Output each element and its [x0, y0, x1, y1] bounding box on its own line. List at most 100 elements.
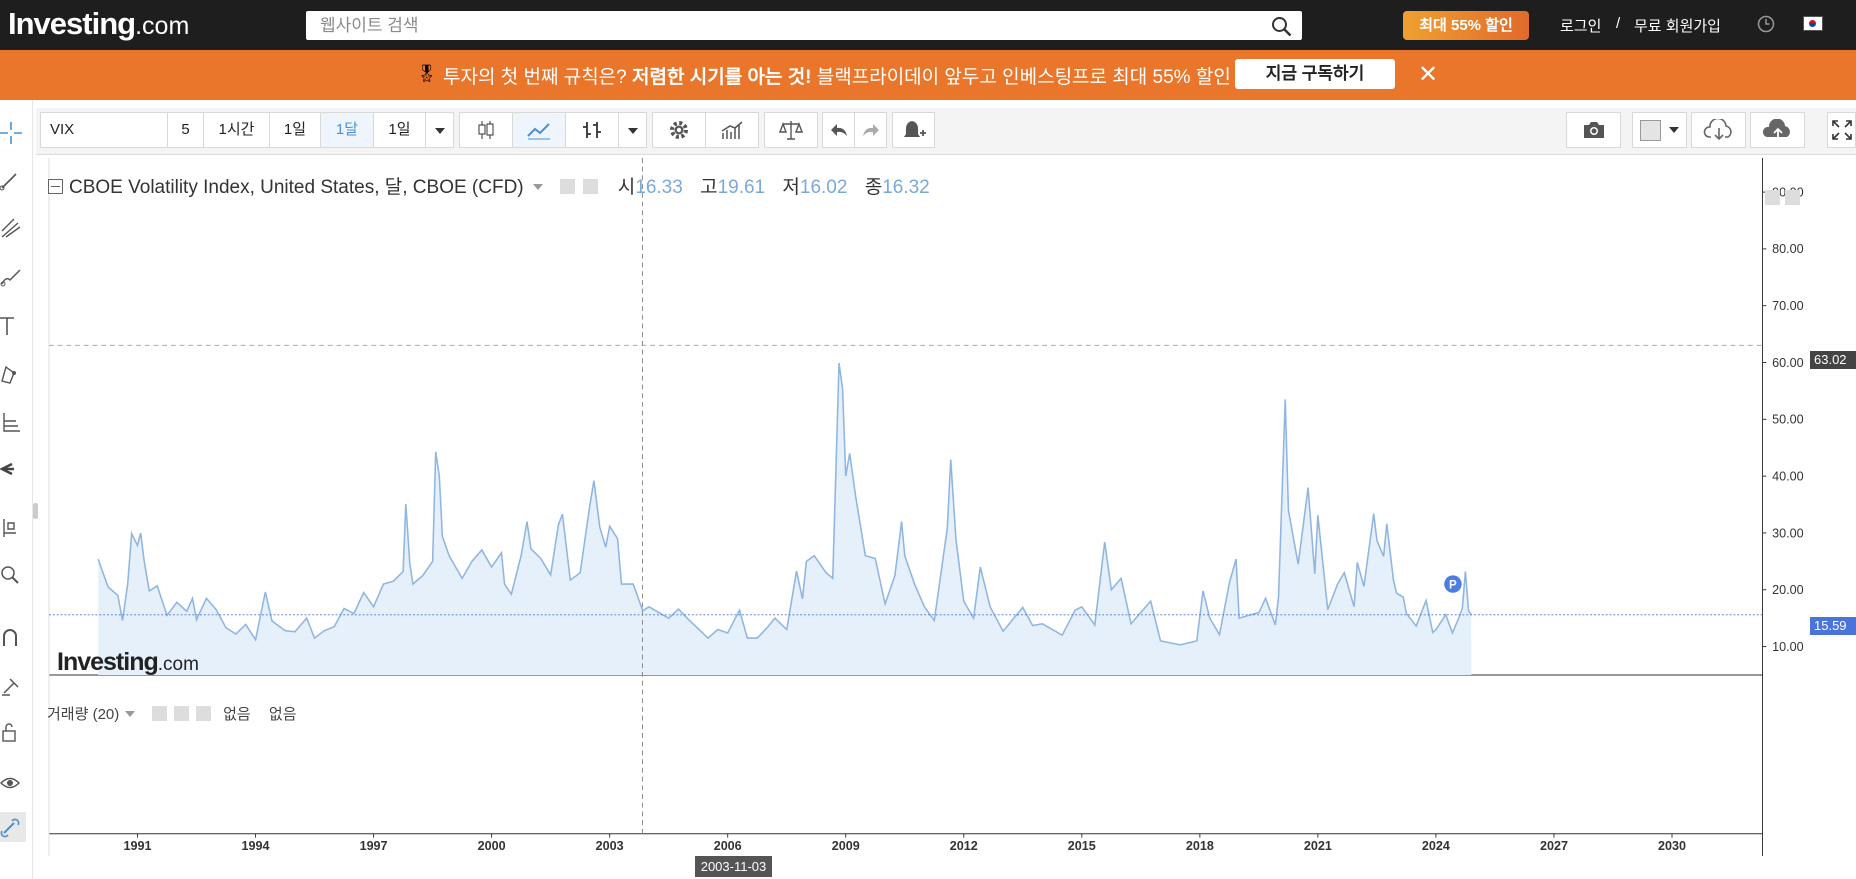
x-tick-label: 2003 — [596, 839, 624, 853]
medal-icon: 🎖 — [416, 64, 438, 83]
alert-button[interactable] — [892, 112, 935, 148]
x-tick-label: 1997 — [360, 839, 388, 853]
x-tick-label: 1991 — [124, 839, 152, 853]
screenshot-button[interactable] — [1566, 112, 1621, 148]
high-label: 고 — [700, 177, 718, 198]
legend-dropdown-icon[interactable] — [532, 184, 543, 190]
zoom-icon[interactable] — [0, 565, 22, 587]
candlestick-button[interactable] — [459, 112, 513, 148]
trend-line-icon[interactable] — [0, 170, 22, 192]
discount-promo-button[interactable]: 최대 55% 할인 — [1403, 11, 1529, 40]
open-value: 16.33 — [635, 177, 683, 198]
lock-drawing-icon[interactable] — [0, 675, 22, 697]
volume-value-1: 없음 — [223, 706, 251, 723]
interval-custom[interactable]: 1일 — [373, 112, 426, 148]
pattern-icon[interactable] — [0, 363, 22, 385]
y-tick-label: 40.00 — [1772, 469, 1803, 483]
symbol-field[interactable]: VIX — [40, 112, 168, 148]
magnet-icon[interactable] — [0, 628, 22, 650]
load-chart-button[interactable] — [1691, 112, 1746, 148]
scroll-up-icon[interactable] — [1785, 190, 1800, 205]
redo-button[interactable] — [854, 112, 887, 148]
x-tick-label: 2027 — [1540, 839, 1568, 853]
indicators-button[interactable] — [705, 112, 759, 148]
chart-background — [48, 158, 1763, 834]
volume-settings-icon[interactable] — [173, 706, 189, 721]
drawing-tools-sidebar — [0, 100, 33, 879]
chart-type-dropdown-button[interactable] — [618, 112, 647, 148]
login-link[interactable]: 로그인 — [1560, 15, 1601, 36]
collapse-legend-icon[interactable] — [48, 179, 63, 194]
chart-title: CBOE Volatility Index, United States, 달,… — [69, 177, 524, 198]
fullscreen-button[interactable] — [1827, 112, 1856, 148]
volume-label: 거래량 (20) — [47, 706, 120, 723]
long-position-icon[interactable] — [0, 517, 22, 539]
color-swatch-icon — [1640, 119, 1661, 141]
interval-dropdown-button[interactable] — [425, 112, 454, 148]
banner-text: 투자의 첫 번째 규칙은? 저렴한 시기를 아는 것! 블랙프라이데이 앞두고 … — [443, 62, 1231, 89]
clock-icon[interactable] — [1757, 15, 1775, 33]
lock-icon[interactable] — [0, 722, 22, 744]
color-swatch-button[interactable] — [1632, 112, 1687, 148]
volume-remove-icon[interactable] — [195, 706, 211, 721]
line-chart-button[interactable] — [512, 112, 566, 148]
close-value: 16.32 — [882, 177, 930, 198]
x-tick-label: 2012 — [950, 839, 978, 853]
interval-5[interactable]: 5 — [167, 112, 204, 148]
eye-icon[interactable] — [0, 772, 22, 794]
high-value: 19.61 — [717, 177, 766, 198]
interval-dropdown-icon — [434, 128, 445, 134]
x-tick-label: 2000 — [478, 839, 506, 853]
cloud-download-icon — [1703, 117, 1732, 141]
crosshair-price-label: 63.02 — [1810, 351, 1856, 369]
scroll-down-icon[interactable] — [1765, 190, 1780, 205]
link-icon[interactable] — [0, 817, 22, 839]
visibility-icon[interactable] — [560, 179, 576, 194]
y-tick-label: 10.00 — [1772, 640, 1803, 654]
search-input[interactable] — [320, 15, 1250, 36]
x-tick-label: 1994 — [242, 839, 270, 853]
series-settings-icon[interactable] — [583, 179, 599, 194]
x-tick-label: 2024 — [1422, 839, 1450, 853]
settings-icon — [670, 121, 688, 140]
investing-watermark: Investing.com — [57, 648, 199, 677]
close-banner-icon[interactable]: ✕ — [1418, 60, 1438, 89]
investing-logo[interactable]: Investing.com — [8, 6, 189, 42]
y-tick-label: 70.00 — [1772, 299, 1803, 313]
x-tick-label: 2015 — [1068, 839, 1096, 853]
undo-button[interactable] — [822, 112, 855, 148]
crosshair-icon[interactable] — [0, 122, 22, 144]
banner-text-bold: 저렴한 시기를 아는 것! — [632, 67, 812, 88]
subscribe-now-button[interactable]: 지금 구독하기 — [1235, 59, 1395, 89]
bar-chart-icon — [583, 122, 601, 139]
banner-text-start: 투자의 첫 번째 규칙은? — [443, 67, 633, 88]
low-label: 저 — [782, 177, 800, 198]
x-tick-label: 2021 — [1304, 839, 1332, 853]
signup-link[interactable]: 무료 회원가입 — [1634, 15, 1721, 36]
marker-letter: P — [1449, 578, 1457, 591]
interval-1-hour[interactable]: 1시간 — [203, 112, 270, 148]
volume-dropdown-icon[interactable] — [125, 711, 136, 717]
sidebar-collapse-handle[interactable] — [33, 503, 38, 519]
top-navigation-bar: Investing.com 최대 55% 할인 로그인 / 무료 회원가입 — [0, 0, 1856, 50]
bar-chart-button[interactable] — [565, 112, 619, 148]
pin-icon[interactable] — [0, 458, 22, 480]
korea-flag-icon[interactable] — [1803, 16, 1823, 31]
interval-1-month[interactable]: 1달 — [320, 112, 374, 148]
pitchfork-icon[interactable] — [0, 217, 22, 239]
save-chart-button[interactable] — [1750, 112, 1805, 148]
text-icon[interactable] — [0, 315, 22, 337]
measure-icon[interactable] — [0, 411, 22, 433]
camera-icon — [1583, 122, 1604, 139]
price-chart[interactable]: P90.0080.0070.0060.0050.0040.0030.0020.0… — [40, 158, 1816, 856]
interval-1-day[interactable]: 1일 — [269, 112, 321, 148]
settings-button[interactable] — [652, 112, 706, 148]
search-icon[interactable] — [1271, 16, 1292, 37]
volume-visibility-icon[interactable] — [151, 706, 167, 721]
candlestick-icon — [478, 121, 494, 140]
compare-button[interactable] — [764, 112, 818, 148]
brush-icon[interactable] — [0, 266, 22, 288]
chart-type-dropdown-icon — [627, 128, 638, 134]
search-box — [306, 11, 1302, 40]
auth-separator: / — [1616, 15, 1621, 32]
